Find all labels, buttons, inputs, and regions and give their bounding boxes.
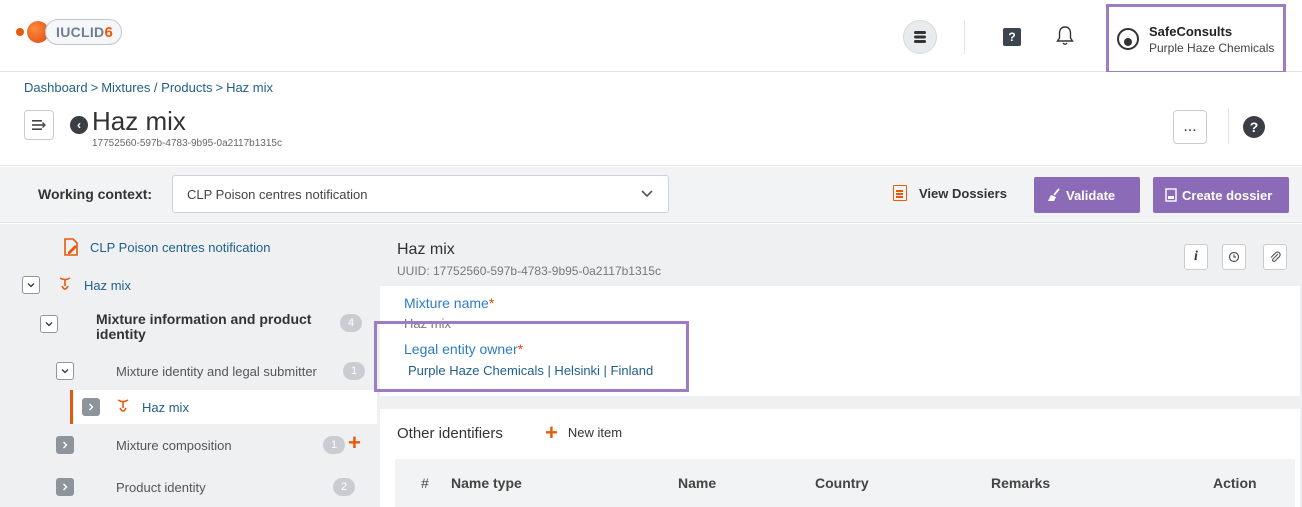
working-context-value: CLP Poison centres notification	[187, 186, 368, 202]
broom-icon	[1048, 188, 1060, 201]
tree-section-mixture-information[interactable]: Mixture information and product identity	[40, 312, 370, 342]
tree-item-hazmix[interactable]: Haz mix	[22, 276, 131, 294]
breadcrumb-current: Haz mix	[226, 80, 274, 95]
mixture-name-label-text: Mixture name	[404, 295, 489, 311]
help-icon[interactable]: ?	[1243, 116, 1265, 138]
working-context-label: Working context:	[38, 186, 153, 202]
required-mark: *	[488, 295, 495, 311]
toggle-navigation-button[interactable]	[24, 110, 54, 140]
count-badge: 1	[323, 436, 345, 454]
create-dossier-button[interactable]: Create dossier	[1153, 177, 1289, 213]
tree-item-root-label: CLP Poison centres notification	[90, 239, 271, 255]
view-dossiers-button[interactable]: View Dossiers	[893, 185, 1007, 201]
column-name-type[interactable]: Name type	[451, 475, 522, 491]
tree-leaf-label: Haz mix	[142, 399, 189, 415]
dossier-icon	[1165, 188, 1177, 202]
column-remarks[interactable]: Remarks	[991, 475, 1050, 491]
user-menu[interactable]: SafeConsults Purple Haze Chemicals	[1106, 4, 1286, 74]
document-icon	[893, 185, 907, 201]
breadcrumb-separator: >	[90, 80, 99, 95]
tree-item-label: Mixture identity and legal submitter	[116, 363, 317, 379]
document-uuid: UUID: 17752560-597b-4783-9b95-0a2117b131…	[397, 264, 661, 278]
tree-item-label: Product identity	[116, 479, 206, 495]
flask-icon	[117, 399, 129, 412]
breadcrumb: Dashboard > Mixtures / Products > Haz mix	[24, 80, 273, 95]
top-bar: IUCLID 6 ? SafeConsults Purple Haze Chemi…	[0, 0, 1302, 74]
user-avatar-icon	[1117, 28, 1139, 50]
user-organisation: Purple Haze Chemicals	[1149, 40, 1275, 55]
collapse-toggle[interactable]	[22, 276, 40, 294]
validate-button[interactable]: Validate	[1034, 177, 1140, 213]
new-item-button[interactable]: + New item	[545, 419, 623, 445]
table-header: # Name type Name Country Remarks Action	[395, 459, 1295, 507]
header-divider	[1228, 108, 1229, 144]
chevron-right-icon	[89, 403, 94, 411]
create-dossier-label: Create dossier	[1182, 187, 1273, 203]
tree-section-label: Mixture information and product identity	[96, 311, 312, 342]
column-number: #	[421, 475, 429, 491]
collapse-toggle[interactable]	[56, 362, 74, 380]
tree-leaf-hazmix[interactable]: Haz mix	[82, 398, 189, 416]
logo-version: 6	[104, 23, 114, 41]
tree-item-hazmix-label: Haz mix	[84, 277, 131, 293]
other-identifiers-title: Other identifiers	[397, 425, 503, 442]
mixture-name-label: Mixture name*	[404, 295, 494, 311]
help-bubble-icon[interactable]: ?	[1003, 28, 1021, 46]
column-name[interactable]: Name	[678, 475, 716, 491]
tree-item-root[interactable]: CLP Poison centres notification	[62, 238, 270, 256]
new-item-label: New item	[567, 425, 623, 440]
view-dossiers-label: View Dossiers	[919, 185, 1007, 201]
database-icon[interactable]	[903, 20, 937, 54]
chevron-down-icon	[45, 322, 53, 327]
tree-item-label: Mixture composition	[116, 437, 232, 453]
chevron-right-icon	[63, 441, 68, 449]
logo-cloud: IUCLID 6	[45, 19, 123, 45]
chevron-right-icon	[63, 483, 68, 491]
chevron-down-icon	[641, 190, 653, 198]
working-context-select[interactable]: CLP Poison centres notification	[172, 175, 669, 213]
document-title: Haz mix	[397, 241, 455, 258]
breadcrumb-dashboard[interactable]: Dashboard	[24, 80, 88, 95]
logo-dot	[16, 28, 24, 36]
info-button[interactable]: i	[1184, 244, 1208, 270]
back-arrow-icon[interactable]: ‹	[70, 116, 88, 134]
tree-item-mixture-composition[interactable]: Mixture composition	[56, 436, 232, 454]
expand-toggle[interactable]	[56, 436, 74, 454]
plus-icon: +	[545, 419, 558, 445]
count-badge: 1	[343, 362, 365, 380]
page-uuid: 17752560-597b-4783-9b95-0a2117b1315c	[92, 138, 282, 149]
breadcrumb-separator: >	[215, 80, 224, 95]
edit-document-icon	[64, 238, 78, 256]
navigation-tree: CLP Poison centres notification Haz mix …	[0, 224, 377, 507]
logo-text: IUCLID	[56, 24, 105, 40]
expand-toggle[interactable]	[56, 478, 74, 496]
add-icon[interactable]: +	[348, 430, 361, 456]
attachment-icon[interactable]	[1263, 244, 1287, 270]
flask-icon	[59, 277, 71, 290]
legal-entity-highlight	[374, 321, 689, 392]
working-context-bar: Working context: CLP Poison centres noti…	[0, 167, 1302, 223]
tree-item-product-identity[interactable]: Product identity	[56, 478, 206, 496]
column-country[interactable]: Country	[815, 475, 869, 491]
chevron-down-icon	[27, 283, 35, 288]
history-icon[interactable]	[1222, 244, 1246, 270]
other-identifiers-card: Other identifiers + New item # Name type…	[380, 409, 1300, 507]
iuclid-logo[interactable]: IUCLID 6	[16, 16, 123, 48]
more-options-button[interactable]: ...	[1173, 110, 1207, 144]
user-name: SafeConsults	[1149, 23, 1233, 39]
topbar-divider	[964, 20, 965, 54]
chevron-down-icon	[61, 369, 69, 374]
menu-icon	[32, 120, 46, 130]
tree-item-mixture-identity[interactable]: Mixture identity and legal submitter	[56, 362, 317, 380]
breadcrumb-mixtures[interactable]: Mixtures / Products	[101, 80, 212, 95]
page-title: Haz mix	[92, 106, 186, 136]
count-badge: 2	[333, 478, 355, 496]
bell-icon[interactable]	[1056, 25, 1074, 47]
column-action: Action	[1213, 475, 1257, 491]
collapse-toggle[interactable]	[40, 315, 58, 333]
count-badge: 4	[340, 314, 362, 332]
page-header: Dashboard > Mixtures / Products > Haz mix ‹ …	[0, 72, 1302, 166]
validate-label: Validate	[1066, 187, 1116, 203]
expand-toggle[interactable]	[82, 398, 100, 416]
